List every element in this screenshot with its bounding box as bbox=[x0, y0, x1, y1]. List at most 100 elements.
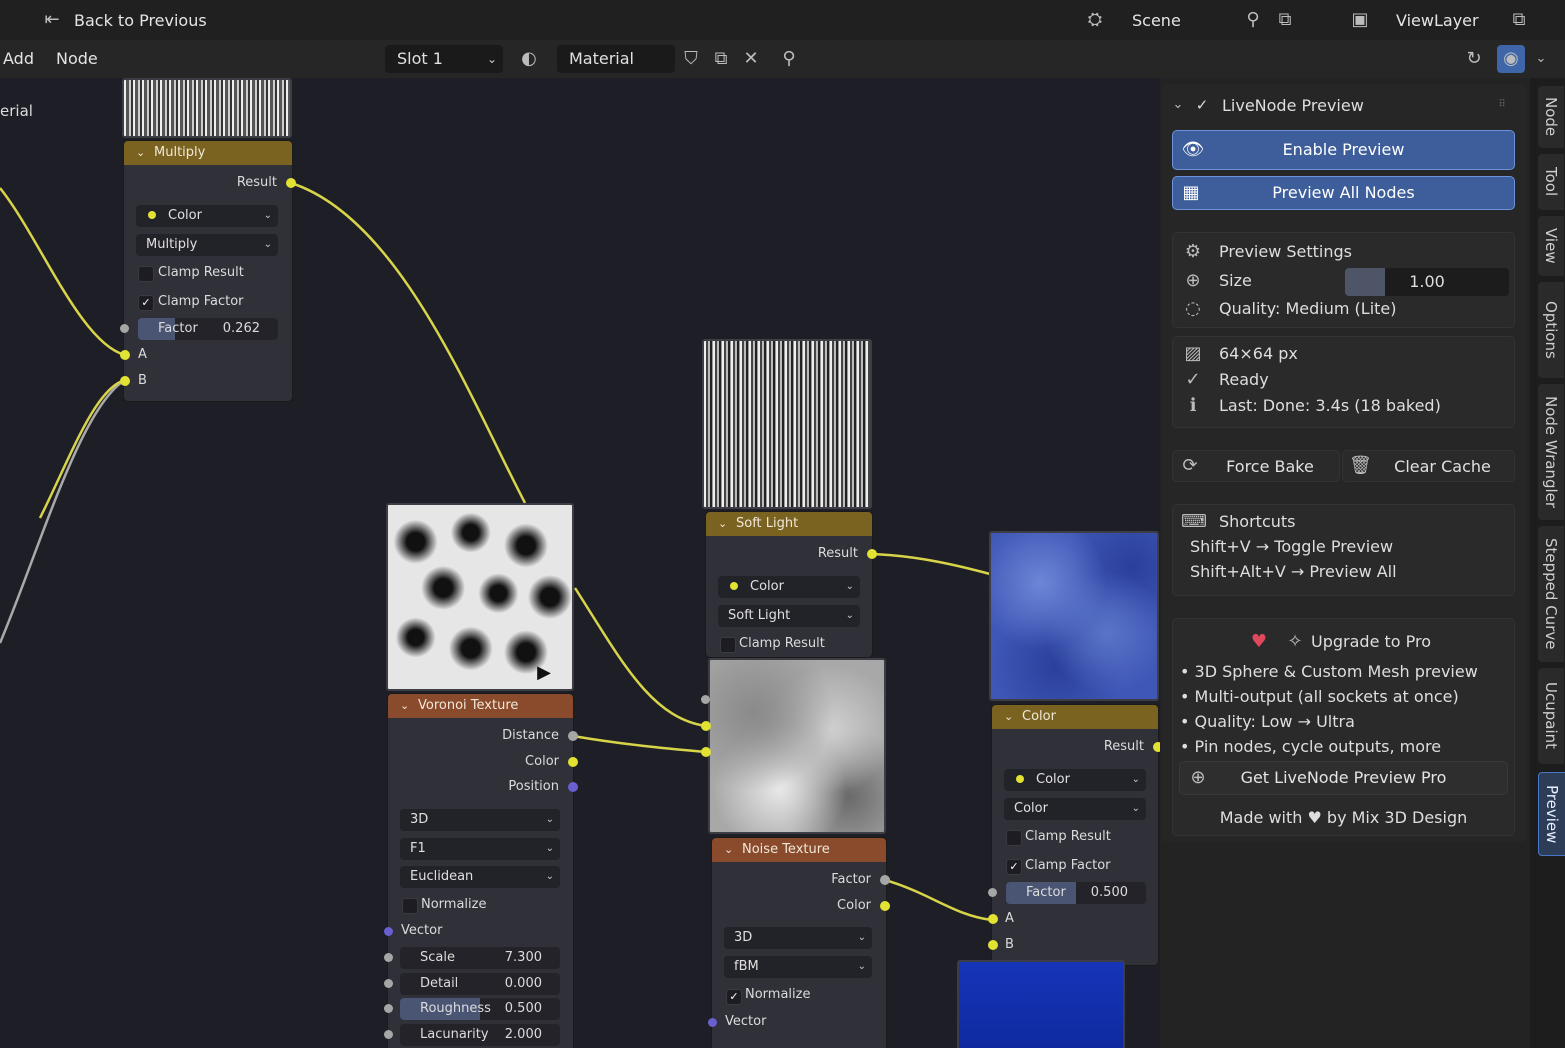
voronoi-node[interactable]: ⌄ Voronoi Texture Distance Color Positio… bbox=[384, 694, 578, 1048]
collapse-arrow-icon[interactable]: ⌄ bbox=[718, 512, 727, 536]
multiply-node-header[interactable]: ⌄ Multiply bbox=[124, 141, 292, 165]
clamp-factor-checkbox[interactable]: ✓ bbox=[138, 295, 154, 311]
duplicate-layer-icon[interactable]: ⧉ bbox=[1508, 9, 1530, 31]
snap-icon[interactable]: ↻ bbox=[1463, 48, 1485, 70]
pin-icon[interactable]: ⚲ bbox=[1242, 9, 1264, 31]
clamp-result-checkbox[interactable] bbox=[720, 637, 736, 653]
back-icon[interactable]: ⇤ bbox=[40, 9, 64, 31]
enable-preview-button[interactable]: 👁 Enable Preview bbox=[1172, 130, 1515, 170]
scene-selector[interactable]: Scene bbox=[1132, 9, 1181, 33]
material-sphere-icon[interactable]: ◐ bbox=[514, 48, 544, 70]
multiply-factor-field[interactable]: Factor 0.262 bbox=[138, 318, 278, 340]
collapse-arrow-icon[interactable]: ⌄ bbox=[724, 838, 733, 862]
softlight-input-b-socket[interactable] bbox=[701, 747, 711, 757]
noise-normalize-checkbox[interactable]: ✓ bbox=[726, 989, 742, 1005]
color-input-a-socket[interactable] bbox=[988, 914, 998, 924]
tab-ucupaint[interactable]: Ucupaint bbox=[1538, 668, 1564, 764]
noise-color-output-socket[interactable] bbox=[880, 901, 890, 911]
scene-icon[interactable]: ⛭ bbox=[1080, 9, 1110, 31]
softlight-blend-dropdown[interactable]: Soft Light ⌄ bbox=[718, 605, 860, 627]
color-input-b-socket[interactable] bbox=[988, 940, 998, 950]
noise-factor-output-socket[interactable] bbox=[880, 875, 890, 885]
tab-stepped-curve[interactable]: Stepped Curve bbox=[1538, 526, 1564, 662]
softlight-result-socket[interactable] bbox=[867, 549, 877, 559]
softlight-factor-socket[interactable] bbox=[701, 695, 710, 704]
noise-node-header[interactable]: ⌄ Noise Texture bbox=[712, 838, 886, 862]
dimensions-dropdown[interactable]: 3D ⌄ bbox=[400, 809, 560, 831]
collapse-arrow-icon[interactable]: ⌄ bbox=[1004, 705, 1013, 729]
input-b-socket[interactable] bbox=[120, 376, 130, 386]
add-menu[interactable]: Add bbox=[3, 47, 34, 71]
duplicate-icon[interactable]: ⧉ bbox=[1274, 9, 1296, 31]
tab-tool[interactable]: Tool bbox=[1538, 154, 1564, 210]
noise-node[interactable]: ⌄ Noise Texture Factor Color 3D ⌄ fBM ⌄ ✓ … bbox=[708, 838, 890, 1048]
panel-enabled-check-icon[interactable]: ✓ bbox=[1194, 94, 1210, 116]
pin-icon[interactable]: ⚲ bbox=[778, 48, 800, 70]
force-bake-button[interactable]: ⟳ Force Bake bbox=[1172, 450, 1340, 482]
detail-field[interactable]: Detail 0.000 bbox=[400, 973, 560, 995]
copy-material-icon[interactable]: ⧉ bbox=[710, 48, 732, 70]
detail-socket[interactable] bbox=[384, 979, 393, 988]
normalize-checkbox[interactable] bbox=[402, 898, 418, 914]
softlight-input-a-socket[interactable] bbox=[701, 721, 711, 731]
slot-dropdown[interactable]: Slot 1 ⌄ bbox=[385, 45, 503, 73]
drag-handle-icon[interactable]: ⠿ bbox=[1492, 94, 1512, 116]
color-factor-socket[interactable] bbox=[988, 888, 997, 897]
softlight-node[interactable]: ⌄ Soft Light Result Color ⌄ Soft Light ⌄… bbox=[706, 512, 877, 657]
collapse-arrow-icon[interactable]: ⌄ bbox=[1170, 94, 1186, 116]
scale-socket[interactable] bbox=[384, 953, 393, 962]
back-to-previous-button[interactable]: Back to Previous bbox=[74, 9, 207, 33]
distance-output-socket[interactable] bbox=[568, 731, 578, 741]
noise-vector-socket[interactable] bbox=[708, 1018, 717, 1027]
multiply-datatype-dropdown[interactable]: Color ⌄ bbox=[136, 205, 278, 227]
noise-dimensions-dropdown[interactable]: 3D ⌄ bbox=[724, 927, 872, 949]
chevron-down-icon[interactable]: ⌄ bbox=[1530, 48, 1552, 70]
clear-cache-button[interactable]: 🗑 Clear Cache bbox=[1342, 450, 1515, 482]
position-output-socket[interactable] bbox=[568, 782, 578, 792]
material-field[interactable]: Material bbox=[557, 45, 675, 73]
vector-input-socket[interactable] bbox=[384, 927, 393, 936]
clamp-result-checkbox[interactable] bbox=[138, 266, 154, 282]
close-icon[interactable]: ✕ bbox=[740, 48, 762, 70]
color-factor-field[interactable]: Factor 0.500 bbox=[1006, 882, 1146, 904]
collapse-arrow-icon[interactable]: ⌄ bbox=[400, 694, 409, 718]
noise-type-dropdown[interactable]: fBM ⌄ bbox=[724, 956, 872, 978]
lacunarity-field[interactable]: Lacunarity 2.000 bbox=[400, 1024, 560, 1046]
collapse-arrow-icon[interactable]: ⌄ bbox=[136, 141, 145, 165]
factor-socket[interactable] bbox=[120, 324, 129, 333]
tab-preview[interactable]: Preview bbox=[1538, 772, 1565, 856]
viewlayer-icon[interactable]: ▣ bbox=[1345, 9, 1375, 31]
clamp-result-checkbox[interactable] bbox=[1006, 830, 1022, 846]
softlight-node-header[interactable]: ⌄ Soft Light bbox=[706, 512, 872, 536]
color-node[interactable]: ⌄ Color Result Color ⌄ Color ⌄ Clamp Res… bbox=[988, 705, 1160, 965]
multiply-blend-dropdown[interactable]: Multiply ⌄ bbox=[136, 234, 278, 256]
metric-dropdown[interactable]: Euclidean ⌄ bbox=[400, 866, 560, 888]
tab-view[interactable]: View bbox=[1538, 216, 1564, 276]
color-result-socket[interactable] bbox=[1153, 742, 1160, 752]
roughness-field[interactable]: Roughness 0.500 bbox=[400, 998, 560, 1020]
voronoi-node-header[interactable]: ⌄ Voronoi Texture bbox=[388, 694, 573, 718]
color-blend-dropdown[interactable]: Color ⌄ bbox=[1004, 798, 1146, 820]
viewlayer-selector[interactable]: ViewLayer bbox=[1396, 9, 1479, 33]
preview-all-nodes-button[interactable]: ▦ Preview All Nodes bbox=[1172, 176, 1515, 210]
color-output-socket[interactable] bbox=[568, 757, 578, 767]
get-pro-button[interactable]: ⊕ Get LiveNode Preview Pro bbox=[1179, 761, 1508, 795]
scale-field[interactable]: Scale 7.300 bbox=[400, 947, 560, 969]
multiply-result-socket[interactable] bbox=[286, 178, 296, 188]
softlight-datatype-dropdown[interactable]: Color ⌄ bbox=[718, 576, 860, 598]
tab-node[interactable]: Node bbox=[1538, 86, 1564, 148]
tab-options[interactable]: Options bbox=[1538, 282, 1564, 378]
lacunarity-socket[interactable] bbox=[384, 1030, 393, 1039]
overlay-toggle-icon[interactable]: ◉ bbox=[1497, 45, 1525, 73]
clamp-factor-checkbox[interactable]: ✓ bbox=[1006, 859, 1022, 875]
input-a-socket[interactable] bbox=[120, 350, 130, 360]
fake-user-shield-icon[interactable]: ⛉ bbox=[680, 48, 702, 70]
roughness-socket[interactable] bbox=[384, 1004, 393, 1013]
tab-node-wrangler[interactable]: Node Wrangler bbox=[1538, 384, 1564, 520]
feature-dropdown[interactable]: F1 ⌄ bbox=[400, 838, 560, 860]
size-slider[interactable]: 1.00 bbox=[1345, 268, 1509, 296]
node-menu[interactable]: Node bbox=[56, 47, 98, 71]
color-node-header[interactable]: ⌄ Color bbox=[992, 705, 1158, 729]
multiply-node[interactable]: ⌄ Multiply Result Color ⌄ Multiply ⌄ Cla… bbox=[120, 141, 296, 401]
node-canvas[interactable]: erial ⌄ Multiply Result Color ⌄ Multiply… bbox=[0, 78, 1160, 1048]
